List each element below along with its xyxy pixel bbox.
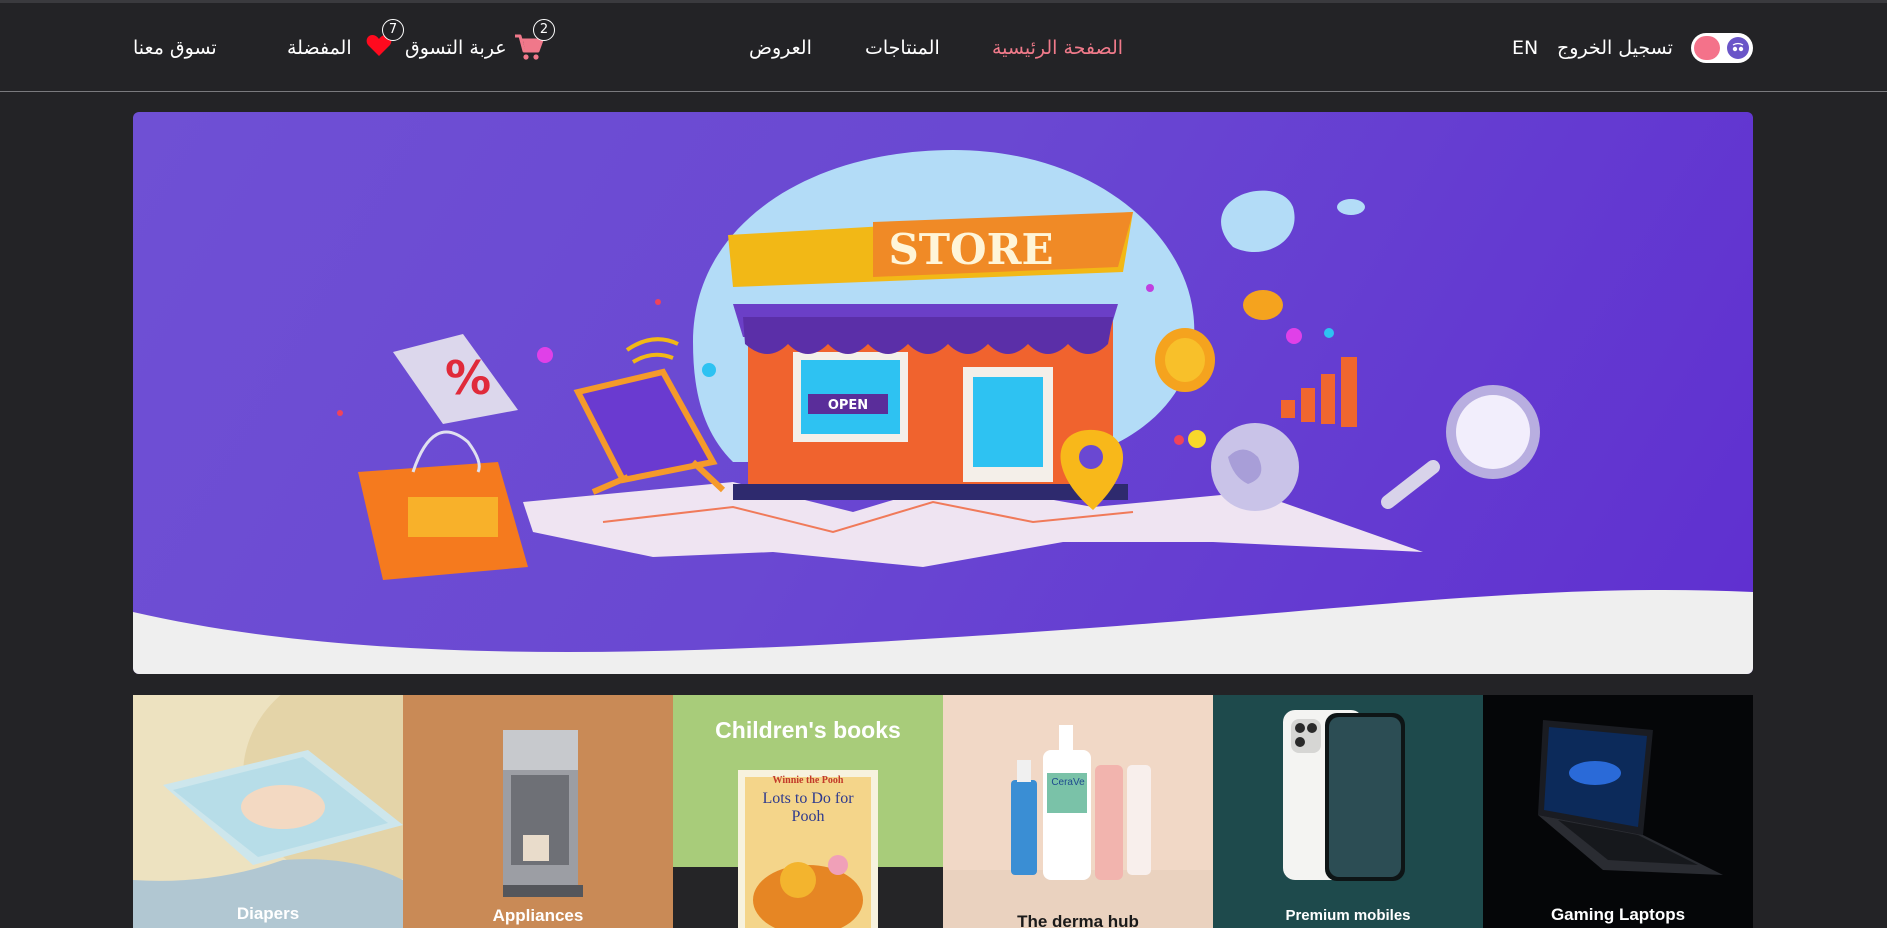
category-label: Diapers (236, 904, 300, 923)
nav-link-products[interactable]: المنتاجات (865, 35, 940, 61)
hero-bottom-wave (133, 590, 1753, 674)
language-switch[interactable]: EN (1512, 35, 1538, 61)
category-tile-diapers[interactable]: Diapers (133, 695, 403, 928)
favorites-link[interactable]: المفضلة (287, 35, 352, 61)
favorites-count-badge: 7 (382, 19, 404, 41)
cart-count-badge: 2 (533, 19, 555, 41)
book-title: Lots to Do for Pooh (762, 790, 854, 825)
category-tiles: Diapers Appliances Children's books Winn… (133, 695, 1753, 928)
small-blob (1221, 190, 1295, 253)
product-brand: CeraVe (1051, 777, 1085, 788)
open-sign: OPEN (828, 398, 868, 413)
hero-banner[interactable]: OPEN STORE % (133, 112, 1753, 674)
moon-icon (1727, 37, 1749, 59)
category-tile-derma-hub[interactable]: CeraVe The derma hub (943, 695, 1213, 928)
theme-toggle[interactable] (1691, 33, 1753, 63)
nav-link-home[interactable]: الصفحة الرئيسية (992, 35, 1123, 61)
category-tile-appliances[interactable]: Appliances (403, 695, 673, 928)
category-label: Gaming Laptops (1550, 905, 1686, 924)
category-tile-childrens-books[interactable]: Children's books Winnie the Pooh Lots to… (673, 695, 943, 928)
category-label: Appliances (492, 906, 584, 925)
category-tile-gaming-laptops[interactable]: Gaming Laptops (1483, 695, 1753, 928)
shop-with-us-link[interactable]: تسوق معنا (133, 35, 217, 61)
category-label: The derma hub (1017, 912, 1139, 928)
books-banner-text: Children's books (715, 717, 901, 743)
nav-link-offers[interactable]: العروض (749, 35, 812, 61)
category-tile-premium-mobiles[interactable]: Premium mobiles (1213, 695, 1483, 928)
cart-link[interactable]: عربة التسوق (405, 35, 507, 61)
svg-text:%: % (445, 351, 491, 405)
coin-illustration (1243, 290, 1283, 320)
bar-chart-illustration (1281, 357, 1357, 427)
store-sign-text: STORE (888, 225, 1053, 274)
logout-link[interactable]: تسجيل الخروج (1557, 35, 1673, 61)
toggle-knob (1694, 36, 1720, 60)
category-label: Premium mobiles (1285, 907, 1411, 924)
book-brand: Winnie the Pooh (772, 775, 844, 786)
navbar: تسوق معنا المفضلة 7 عربة التسوق 2 العروض… (0, 3, 1887, 92)
